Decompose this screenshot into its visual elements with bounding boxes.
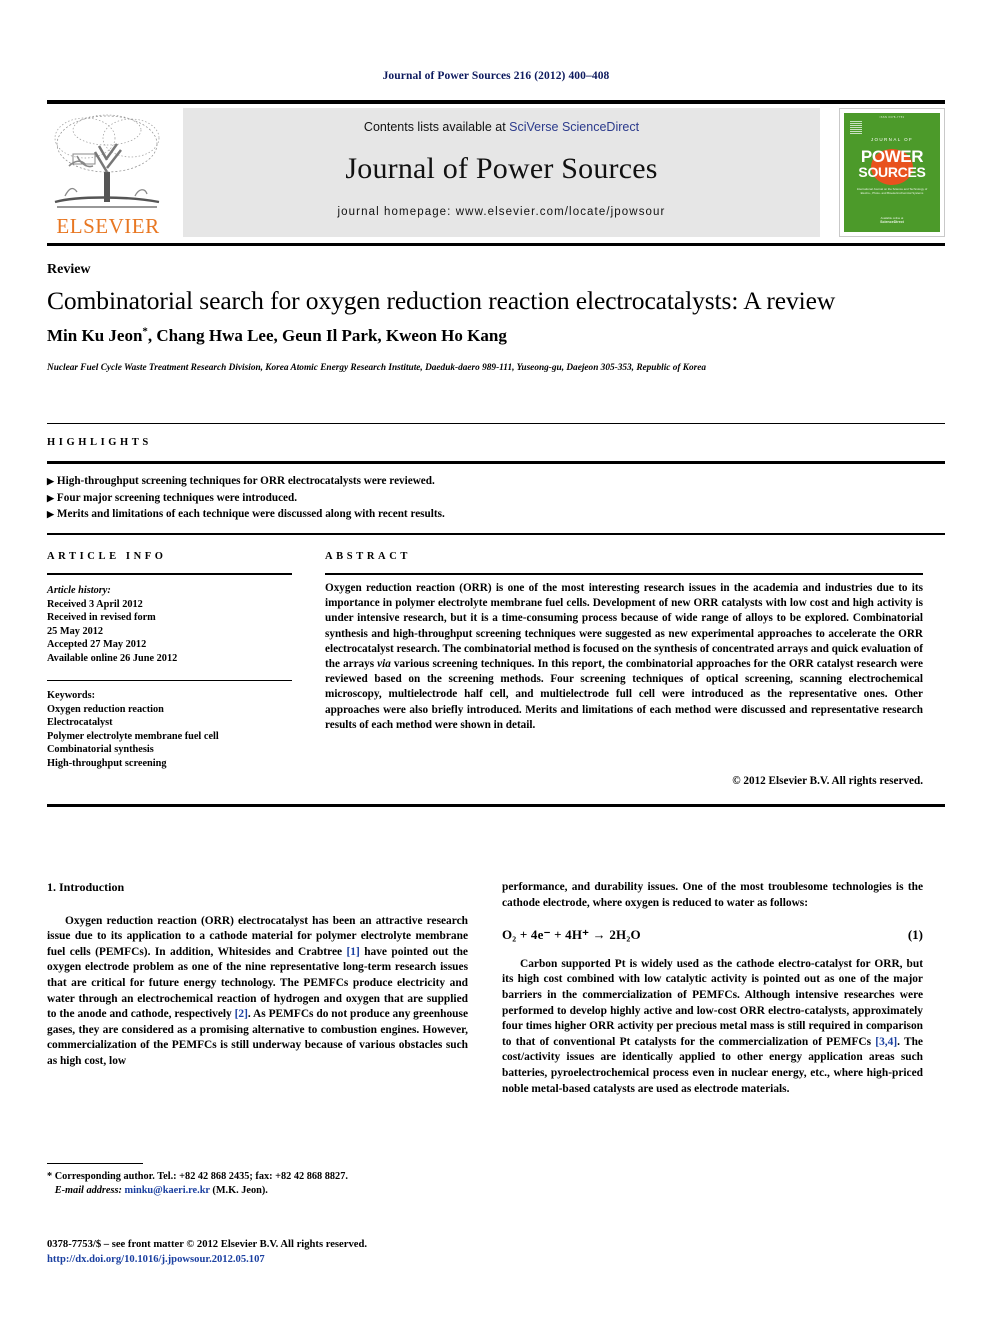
highlight-text: Four major screening techniques were int… — [56, 491, 298, 504]
keywords-rule — [47, 680, 292, 681]
abstract-italic-via: via — [377, 658, 391, 671]
highlights-divider-rule — [47, 461, 945, 464]
keyword-item: Oxygen reduction reaction — [47, 703, 164, 715]
corresponding-author-marker: * — [142, 325, 148, 337]
right-paragraph-2: Carbon supported Pt is widely used as th… — [502, 957, 923, 1097]
list-item: ▶ Merits and limitations of each techniqu… — [47, 506, 945, 523]
cover-issn: ISSN 0378-7753 — [879, 116, 905, 119]
highlight-text: High-throughput screening techniques for… — [56, 475, 435, 487]
email-owner: (M.K. Jeon). — [212, 1185, 268, 1196]
issn-copyright-block: 0378-7753/$ – see front matter © 2012 El… — [47, 1238, 487, 1267]
affiliation: Nuclear Fuel Cycle Waste Treatment Resea… — [47, 363, 707, 373]
history-item: 25 May 2012 — [47, 625, 104, 637]
abstract-copyright: © 2012 Elsevier B.V. All rights reserved… — [732, 775, 923, 787]
journal-homepage-link[interactable]: journal homepage: www.elsevier.com/locat… — [183, 206, 820, 218]
journal-masthead: ELSEVIER Contents lists available at Sci… — [47, 100, 945, 237]
elsevier-wordmark: ELSEVIER — [56, 214, 160, 238]
cover-subtitle: International Journal on the Science and… — [856, 187, 928, 195]
triangle-right-icon: ▶ — [47, 509, 54, 519]
keyword-item: Polymer electrolyte membrane fuel cell — [47, 730, 219, 742]
section-heading: 1. Introduction — [47, 880, 125, 894]
author-list: Min Ku Jeon*, Chang Hwa Lee, Geun Il Par… — [47, 325, 945, 346]
author-names: Min Ku Jeon*, Chang Hwa Lee, Geun Il Par… — [47, 325, 507, 345]
contents-prefix: Contents lists available at — [363, 120, 510, 134]
elsevier-logo: ELSEVIER — [47, 108, 167, 237]
body-column-left: 1. Introduction Oxygen reduction reactio… — [47, 880, 468, 1070]
citation-ref-3-4[interactable]: [3,4] — [875, 1036, 897, 1048]
doi-link[interactable]: http://dx.doi.org/10.1016/j.jpowsour.201… — [47, 1254, 265, 1265]
sciencedirect-link[interactable]: SciVerse ScienceDirect — [509, 120, 639, 134]
masthead-band: Contents lists available at SciVerse Sci… — [183, 108, 820, 237]
equation-number: (1) — [907, 927, 923, 943]
citation-ref-1[interactable]: [1] — [346, 946, 359, 958]
article-info-label: ARTICLE INFO — [47, 551, 167, 562]
email-link[interactable]: minku@kaeri.re.kr — [125, 1185, 210, 1196]
issn-line: 0378-7753/$ – see front matter © 2012 El… — [47, 1239, 367, 1250]
right-paragraph-1: performance, and durability issues. One … — [502, 881, 923, 909]
abstract-text: Oxygen reduction reaction (ORR) is one o… — [325, 581, 923, 733]
footnote-rule — [47, 1163, 143, 1164]
triangle-right-icon: ▶ — [47, 476, 54, 486]
cover-elsevier-icon — [850, 121, 862, 134]
abstract-rule — [325, 573, 923, 575]
abstract-label: ABSTRACT — [325, 551, 411, 562]
cover-foot-bold: ScienceDirect — [880, 220, 904, 224]
abstract-bottom-rule — [47, 804, 945, 807]
equation-row: O₂ + 4e⁻ + 4H⁺ → 2H₂O (1) — [502, 927, 923, 943]
history-item: Available online 26 June 2012 — [47, 652, 178, 664]
intro-paragraph: Oxygen reduction reaction (ORR) electroc… — [47, 914, 468, 1070]
history-item: Received 3 April 2012 — [47, 598, 143, 610]
list-item: ▶ High-throughput screening techniques fo… — [47, 473, 945, 490]
body-column-right: performance, and durability issues. One … — [502, 880, 923, 1097]
journal-title: Journal of Power Sources — [345, 152, 658, 185]
keyword-item: High-throughput screening — [47, 757, 167, 769]
keyword-item: Combinatorial synthesis — [47, 744, 154, 756]
article-head-rule — [47, 243, 945, 246]
page-title: Combinatorial search for oxygen reductio… — [47, 286, 836, 315]
article-info-rule — [47, 573, 292, 575]
elsevier-tree-icon — [54, 114, 160, 208]
list-item: ▶ Four major screening techniques were in… — [47, 490, 945, 507]
corresponding-text: * Corresponding author. Tel.: +82 42 868… — [47, 1171, 348, 1182]
email-label: E-mail address: — [54, 1185, 122, 1196]
abstract-part-2: various screening techniques. In this re… — [325, 658, 923, 731]
highlights-list: ▶ High-throughput screening techniques fo… — [47, 473, 945, 523]
highlights-top-rule — [47, 423, 945, 424]
contents-available-line: Contents lists available at SciVerse Sci… — [183, 120, 820, 134]
cover-journal-of: JOURNAL OF — [870, 137, 914, 142]
citation-ref-2[interactable]: [2] — [235, 1008, 248, 1020]
highlights-bottom-rule — [47, 533, 945, 535]
keywords-block: Keywords: Oxygen reduction reaction Elec… — [47, 689, 292, 771]
journal-cover-thumbnail[interactable]: ISSN 0378-7753 JOURNAL OF POWER SOURCES … — [839, 108, 945, 237]
cover-sources-word: SOURCES — [858, 164, 926, 180]
cover-art: ISSN 0378-7753 JOURNAL OF POWER SOURCES … — [844, 113, 940, 232]
history-item: Received in revised form — [47, 612, 156, 624]
highlight-text: Merits and limitations of each technique… — [56, 508, 445, 520]
cover-footer: Available online at ScienceDirect — [852, 216, 932, 224]
keyword-item: Electrocatalyst — [47, 717, 113, 729]
masthead-top-rule — [47, 100, 945, 104]
abstract-part-1: Oxygen reduction reaction (ORR) is one o… — [325, 582, 923, 671]
running-head: Journal of Power Sources 216 (2012) 400–… — [382, 70, 610, 82]
history-item: Accepted 27 May 2012 — [47, 639, 147, 651]
corresponding-author-note: * Corresponding author. Tel.: +82 42 868… — [47, 1170, 477, 1198]
highlights-label: HIGHLIGHTS — [47, 437, 152, 448]
equation-1: O₂ + 4e⁻ + 4H⁺ → 2H₂O — [502, 927, 641, 943]
article-type-label: Review — [47, 262, 91, 277]
right-part-1: Carbon supported Pt is widely used as th… — [502, 957, 923, 1048]
cover-power-word: POWER — [860, 147, 924, 166]
article-history-block: Article history: Received 3 April 2012 R… — [47, 584, 292, 666]
triangle-right-icon: ▶ — [47, 492, 54, 503]
article-history-label: Article history: — [47, 585, 111, 596]
paper-page: Journal of Power Sources 216 (2012) 400–… — [0, 0, 992, 1323]
keywords-label: Keywords: — [47, 690, 96, 701]
